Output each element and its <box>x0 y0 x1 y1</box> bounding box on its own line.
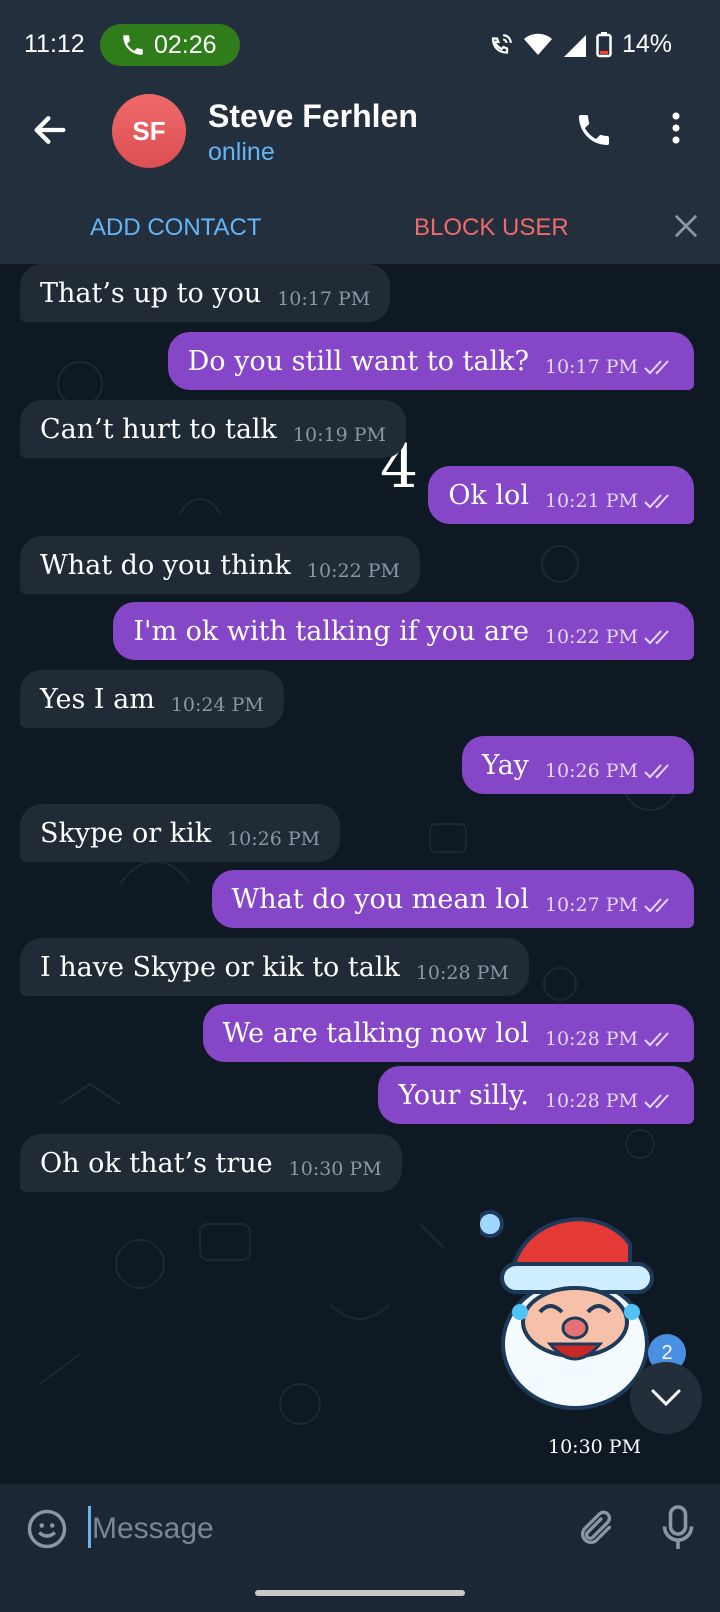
block-user-button[interactable]: BLOCK USER <box>414 214 569 242</box>
battery-percent: 14% <box>621 30 672 58</box>
contact-name[interactable]: Steve Ferhlen <box>208 98 418 135</box>
message-text: That’s up to you <box>40 277 262 309</box>
message-time: 10:28 PM <box>544 1028 638 1050</box>
message-time: 10:22 PM <box>544 626 638 648</box>
message-text: Can’t hurt to talk <box>40 413 277 445</box>
message-outgoing[interactable]: Ok lol 10:21 PM <box>428 466 694 524</box>
signal-icon <box>563 34 586 57</box>
message-time: 10:27 PM <box>544 894 638 916</box>
message-list[interactable]: 4 That’s up to you 10:17 PM Do you still… <box>0 264 720 1484</box>
home-gesture-pill[interactable] <box>255 1590 465 1596</box>
contact-action-bar: ADD CONTACT BLOCK USER <box>0 176 720 264</box>
message-incoming[interactable]: Skype or kik 10:26 PM <box>20 804 341 862</box>
paperclip-icon[interactable] <box>576 1506 616 1552</box>
message-time: 10:26 PM <box>227 828 321 850</box>
read-checkmarks-icon <box>644 1032 669 1047</box>
message-text: Yes I am <box>40 683 155 715</box>
chat-header: SF Steve Ferhlen online ADD CONTACT BLOC… <box>0 88 720 264</box>
text-cursor <box>88 1506 91 1548</box>
chevron-down-icon <box>651 1389 681 1407</box>
message-time: 10:26 PM <box>544 760 638 782</box>
message-outgoing[interactable]: Yay 10:26 PM <box>461 736 694 794</box>
system-nav-bar <box>0 1572 720 1612</box>
read-checkmarks-icon <box>644 764 669 779</box>
message-input[interactable] <box>92 1506 552 1552</box>
status-icons: 14% <box>488 30 672 59</box>
message-outgoing[interactable]: I'm ok with talking if you are 10:22 PM <box>113 602 694 660</box>
scroll-down-button[interactable] <box>630 1362 702 1434</box>
back-arrow-icon[interactable] <box>30 110 70 150</box>
phone-icon[interactable] <box>574 110 614 150</box>
wifi-icon <box>523 33 552 55</box>
message-incoming[interactable]: That’s up to you 10:17 PM <box>20 264 391 322</box>
read-checkmarks-icon <box>644 1094 669 1109</box>
read-checkmarks-icon <box>644 494 669 509</box>
message-time: 10:17 PM <box>277 288 371 310</box>
close-icon[interactable] <box>672 212 700 240</box>
microphone-icon[interactable] <box>660 1504 696 1552</box>
message-time: 10:21 PM <box>544 490 638 512</box>
message-incoming[interactable]: Oh ok that’s true 10:30 PM <box>20 1134 402 1192</box>
message-time: 10:19 PM <box>292 424 386 446</box>
read-checkmarks-icon <box>644 630 669 645</box>
message-text: Oh ok that’s true <box>40 1147 273 1179</box>
read-checkmarks-icon <box>644 898 669 913</box>
message-text: Ok lol <box>448 479 529 511</box>
avatar[interactable]: SF <box>112 94 186 168</box>
emoji-icon[interactable] <box>26 1508 68 1550</box>
message-text: We are talking now lol <box>222 1017 529 1049</box>
status-time: 11:12 <box>24 30 85 58</box>
sticker-time: 10:30 PM <box>548 1436 642 1458</box>
add-contact-button[interactable]: ADD CONTACT <box>90 214 262 242</box>
message-text: What do you mean lol <box>231 883 529 915</box>
read-checkmarks-icon <box>644 360 669 375</box>
message-incoming[interactable]: I have Skype or kik to talk 10:28 PM <box>20 938 529 996</box>
message-text: Yay <box>481 749 529 781</box>
message-time: 10:28 PM <box>415 962 509 984</box>
message-incoming[interactable]: What do you think 10:22 PM <box>20 536 420 594</box>
wifi-calling-icon <box>491 33 512 54</box>
message-time: 10:30 PM <box>288 1158 382 1180</box>
message-text: Your silly. <box>398 1079 529 1111</box>
call-duration: 02:26 <box>154 30 217 59</box>
message-time: 10:22 PM <box>306 560 400 582</box>
message-time: 10:28 PM <box>544 1090 638 1112</box>
message-text: I'm ok with talking if you are <box>133 615 529 647</box>
message-text: Skype or kik <box>40 817 212 849</box>
message-outgoing[interactable]: We are talking now lol 10:28 PM <box>202 1004 694 1062</box>
message-text: Do you still want to talk? <box>187 345 529 377</box>
contact-status: online <box>208 138 275 166</box>
message-outgoing[interactable]: Your silly. 10:28 PM <box>378 1066 694 1124</box>
message-outgoing[interactable]: What do you mean lol 10:27 PM <box>211 870 694 928</box>
message-incoming[interactable]: Yes I am 10:24 PM <box>20 670 284 728</box>
battery-icon <box>596 31 612 57</box>
more-vert-icon[interactable] <box>664 108 688 148</box>
phone-icon <box>123 35 143 55</box>
message-incoming[interactable]: Can’t hurt to talk 10:19 PM <box>20 400 406 458</box>
message-composer <box>0 1484 720 1572</box>
ongoing-call-pill[interactable]: 02:26 <box>100 24 240 66</box>
message-time: 10:24 PM <box>170 694 264 716</box>
message-time: 10:17 PM <box>544 356 638 378</box>
message-outgoing[interactable]: Do you still want to talk? 10:17 PM <box>167 332 694 390</box>
status-bar: 11:12 02:26 14% <box>0 0 720 88</box>
message-text: What do you think <box>40 549 291 581</box>
message-text: I have Skype or kik to talk <box>40 951 400 983</box>
